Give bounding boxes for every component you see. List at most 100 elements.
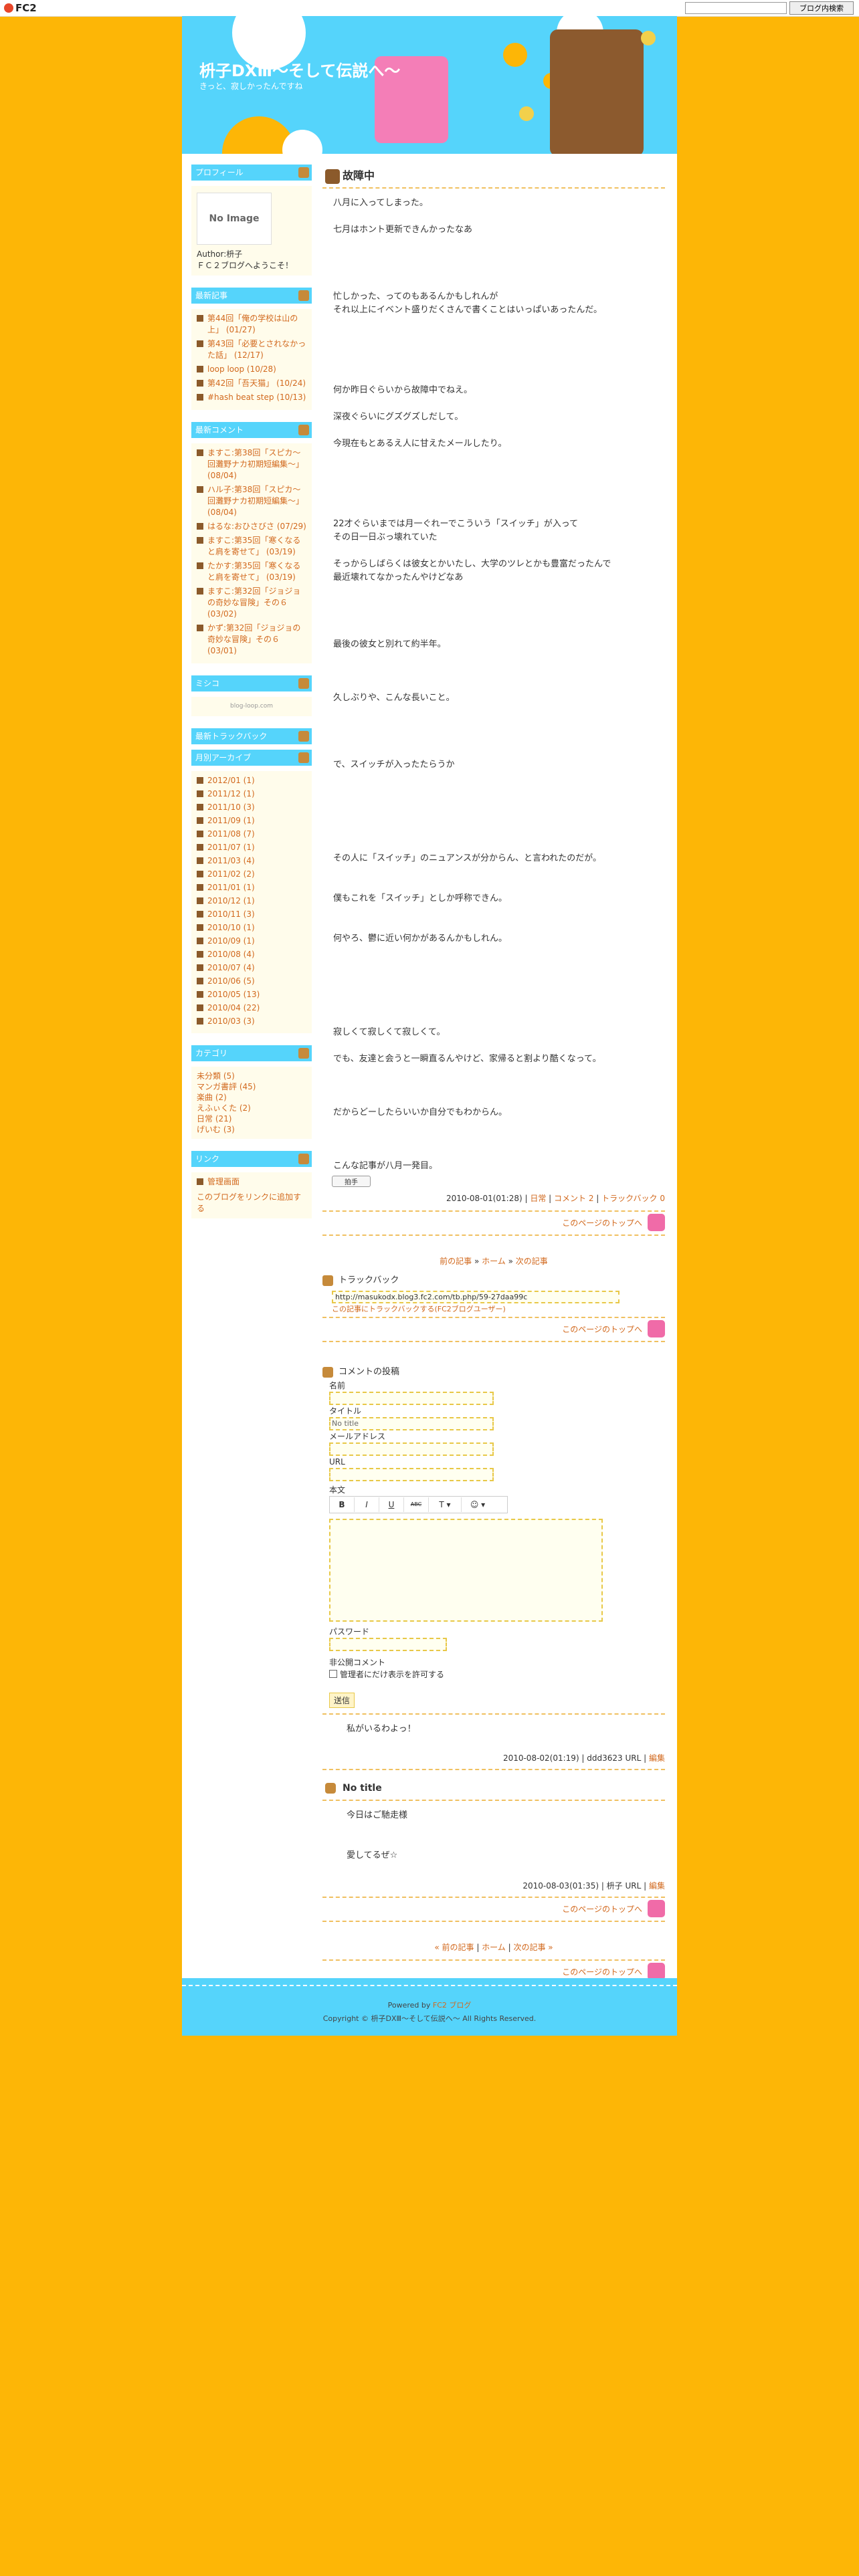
list-item[interactable]: 2010/08 (4) bbox=[197, 949, 306, 960]
page-top-link-row: このページのトップへ bbox=[322, 1898, 665, 1922]
entry-paragraph bbox=[322, 839, 665, 852]
list-item[interactable]: ハル子:第38回「スピカ〜回灘野ナカ初期短編集〜」 (08/04) bbox=[197, 484, 306, 518]
edit-link[interactable]: 編集 bbox=[649, 1881, 665, 1891]
list-item[interactable]: かず:第32回「ジョジョの奇妙な冒険」その６ (03/01) bbox=[197, 623, 306, 657]
bold-button[interactable]: B bbox=[330, 1497, 355, 1512]
list-item[interactable]: 第44回「俺の学校は山の上」 (01/27) bbox=[197, 313, 306, 336]
list-item[interactable]: 2010/07 (4) bbox=[197, 962, 306, 973]
list-item[interactable]: 2011/07 (1) bbox=[197, 842, 306, 853]
category-link[interactable]: 日常 bbox=[530, 1194, 546, 1203]
list-item[interactable]: げいむ (3) bbox=[197, 1124, 306, 1135]
entry-paragraph bbox=[322, 1119, 665, 1133]
list-item[interactable]: 2010/03 (3) bbox=[197, 1016, 306, 1027]
list-item[interactable]: 2011/09 (1) bbox=[197, 815, 306, 826]
add-link-item[interactable]: このブログをリンクに追加する bbox=[197, 1192, 306, 1214]
list-item[interactable]: 2010/10 (1) bbox=[197, 922, 306, 933]
list-item[interactable]: loop loop (10/28) bbox=[197, 364, 306, 375]
blog-search-input[interactable] bbox=[685, 2, 787, 14]
fc2-logo[interactable]: FC2 bbox=[4, 2, 37, 14]
text-style-dropdown[interactable]: T ▾ bbox=[429, 1497, 462, 1512]
page-top-link[interactable]: このページのトップへ bbox=[562, 1325, 642, 1334]
home-link[interactable]: ホーム bbox=[482, 1943, 506, 1952]
comment-body: 今日はご馳走様 愛してるぜ☆ bbox=[322, 1809, 665, 1862]
fc2-blog-link[interactable]: FC2 ブログ bbox=[433, 2001, 472, 2010]
list-item[interactable]: 2011/01 (1) bbox=[197, 882, 306, 893]
list-item[interactable]: 2011/12 (1) bbox=[197, 788, 306, 799]
entry-nav-bottom: « 前の記事 | ホーム | 次の記事 » bbox=[322, 1935, 665, 1961]
list-item[interactable]: ますこ:第32回「ジョジョの奇妙な冒険」その６ (03/02) bbox=[197, 586, 306, 620]
list-item[interactable]: たかす:第35回「寒くなると肩を寄せて」 (03/19) bbox=[197, 560, 306, 583]
strike-button[interactable]: ABC bbox=[404, 1497, 429, 1512]
url-field[interactable] bbox=[329, 1468, 494, 1481]
list-item[interactable]: 第42回「吾天猫」 (10/24) bbox=[197, 378, 306, 389]
next-entry-link[interactable]: 次の記事 bbox=[516, 1257, 548, 1266]
name-input[interactable] bbox=[329, 1392, 494, 1405]
page-top-link[interactable]: このページのトップへ bbox=[562, 1905, 642, 1914]
list-item[interactable]: 2011/08 (7) bbox=[197, 829, 306, 839]
list-item[interactable]: #hash beat step (10/13) bbox=[197, 392, 306, 403]
emoji-dropdown[interactable]: ☺ ▾ bbox=[462, 1497, 494, 1512]
trackback-link[interactable]: トラックバック 0 bbox=[601, 1194, 665, 1203]
prev-entry-link[interactable]: « 前の記事 bbox=[434, 1943, 474, 1952]
trackback-url-field[interactable]: http://masukodx.blog3.fc2.com/tb.php/59-… bbox=[332, 1291, 619, 1303]
list-item[interactable]: 楽曲 (2) bbox=[197, 1092, 306, 1103]
list-item[interactable]: ますこ:第35回「寒くなると肩を寄せて」 (03/19) bbox=[197, 535, 306, 558]
comment-item: No title 今日はご馳走様 愛してるぜ☆ 2010-08-03(01:35)… bbox=[322, 1777, 665, 1898]
entry-paragraph bbox=[322, 986, 665, 999]
list-item[interactable]: 2010/05 (13) bbox=[197, 989, 306, 1000]
list-item[interactable]: はるな:おひさびさ (07/29) bbox=[197, 521, 306, 532]
list-item[interactable]: 2011/02 (2) bbox=[197, 869, 306, 879]
list-item[interactable]: えふぃくた (2) bbox=[197, 1103, 306, 1113]
comments-link[interactable]: コメント 2 bbox=[554, 1194, 593, 1203]
copyright: Copyright © 枡子DXⅢ〜そして伝説へ〜 All Rights Res… bbox=[322, 2014, 537, 2023]
bullet-icon bbox=[197, 991, 203, 998]
entry-paragraph bbox=[322, 357, 665, 370]
list-item[interactable]: 2012/01 (1) bbox=[197, 775, 306, 786]
submit-button[interactable]: 送信 bbox=[329, 1693, 355, 1708]
list-item[interactable]: 2011/03 (4) bbox=[197, 855, 306, 866]
page-top-link[interactable]: このページのトップへ bbox=[562, 1967, 642, 1977]
comment-body-textarea[interactable] bbox=[329, 1519, 603, 1622]
page-top-link[interactable]: このページのトップへ bbox=[562, 1218, 642, 1228]
list-item[interactable]: ますこ:第38回「スピカ〜回灘野ナカ初期短編集〜」 (08/04) bbox=[197, 447, 306, 481]
italic-button[interactable]: I bbox=[355, 1497, 379, 1512]
blog-search-button[interactable]: ブログ内検索 bbox=[789, 1, 854, 15]
edit-link[interactable]: 編集 bbox=[649, 1753, 665, 1763]
underline-button[interactable]: U bbox=[379, 1497, 404, 1512]
list-item[interactable]: 2011/10 (3) bbox=[197, 802, 306, 813]
entry-paragraph bbox=[322, 277, 665, 290]
entry-paragraph bbox=[322, 1146, 665, 1160]
list-item[interactable]: 2010/09 (1) bbox=[197, 936, 306, 946]
list-item[interactable]: 第43回「必要とされなかった話」 (12/17) bbox=[197, 338, 306, 361]
entry-paragraph bbox=[322, 504, 665, 518]
trackback-link[interactable]: この記事にトラックバックする(FC2ブログユーザー) bbox=[332, 1305, 506, 1313]
bullet-icon bbox=[197, 777, 203, 784]
entry-paragraph bbox=[322, 1066, 665, 1079]
list-item[interactable]: 2010/12 (1) bbox=[197, 895, 306, 906]
title-input[interactable]: No title bbox=[329, 1417, 494, 1430]
prev-entry-link[interactable]: 前の記事 bbox=[440, 1257, 472, 1266]
list-item[interactable]: 2010/06 (5) bbox=[197, 976, 306, 986]
site-title[interactable]: 枡子DXⅢ〜そして伝説へ〜 bbox=[199, 58, 400, 81]
home-link[interactable]: ホーム bbox=[482, 1257, 506, 1266]
password-input[interactable] bbox=[329, 1638, 447, 1651]
list-item[interactable]: 2010/04 (22) bbox=[197, 1002, 306, 1013]
list-item[interactable]: 日常 (21) bbox=[197, 1113, 306, 1124]
clap-button[interactable]: 拍手 bbox=[332, 1176, 371, 1187]
entry-paragraph bbox=[322, 397, 665, 411]
next-entry-link[interactable]: 次の記事 » bbox=[513, 1943, 553, 1952]
bullet-icon bbox=[197, 817, 203, 824]
list-item[interactable]: 管理画面 bbox=[197, 1176, 306, 1188]
entry-paragraph bbox=[322, 865, 665, 879]
bear-icon bbox=[325, 1783, 336, 1794]
entry-paragraph bbox=[322, 584, 665, 598]
list-item[interactable]: 2010/11 (3) bbox=[197, 909, 306, 920]
bullet-icon bbox=[197, 790, 203, 797]
list-item[interactable]: マンガ書評 (45) bbox=[197, 1081, 306, 1092]
secret-checkbox[interactable] bbox=[329, 1670, 337, 1678]
entry-paragraph bbox=[322, 477, 665, 491]
list-item[interactable]: 未分類 (5) bbox=[197, 1071, 306, 1081]
bee-icon bbox=[641, 31, 656, 45]
email-field[interactable] bbox=[329, 1442, 494, 1456]
entry-paragraph bbox=[322, 718, 665, 732]
